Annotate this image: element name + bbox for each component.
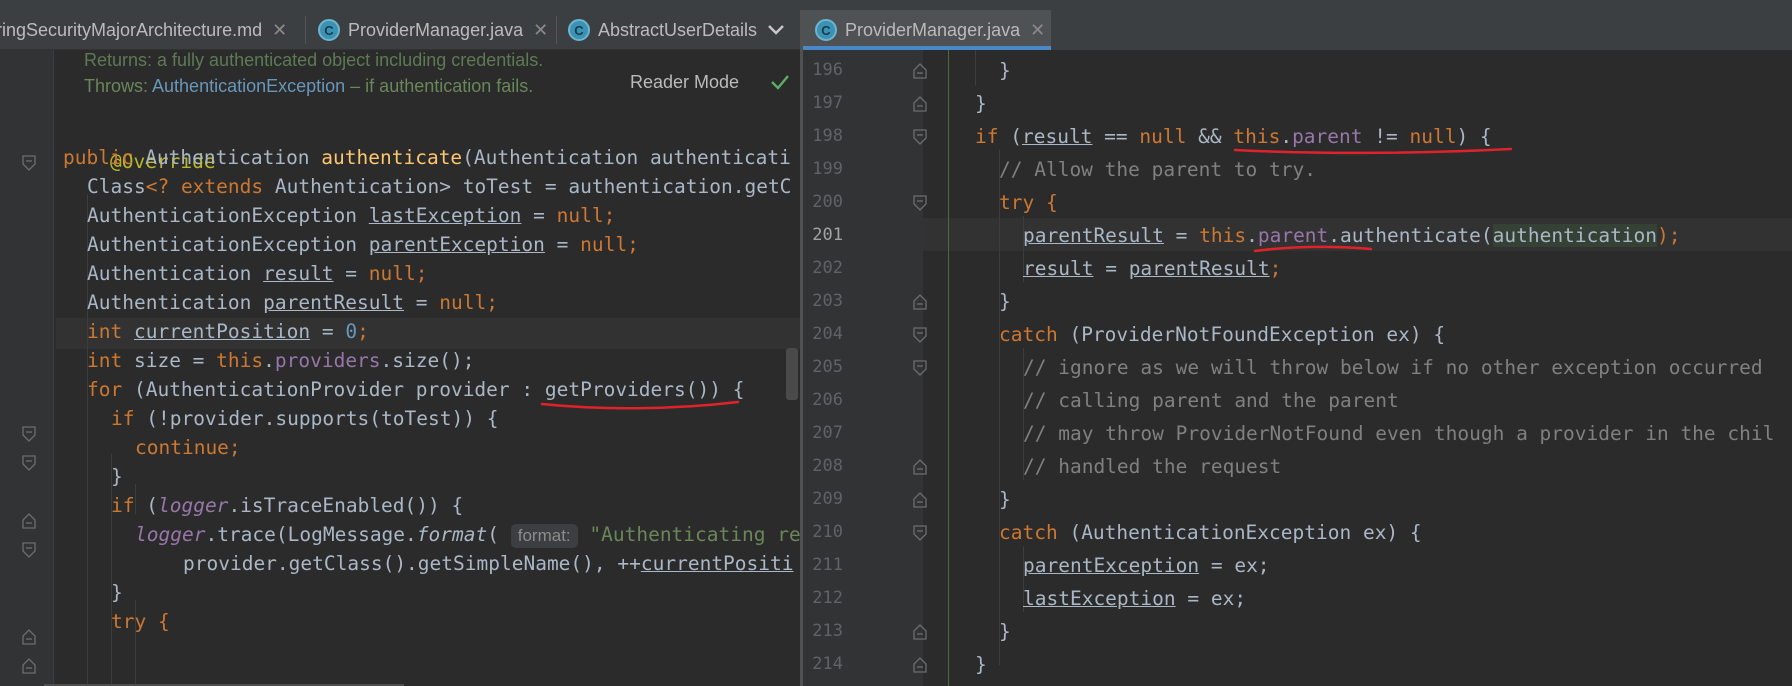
code-comment[interactable]: // may throw ProviderNotFound even thoug… (1023, 417, 1774, 450)
tab-divider (305, 16, 306, 44)
line-number[interactable]: 213 (803, 615, 843, 648)
code-comment[interactable]: // handled the request (1023, 450, 1281, 483)
red-underline-annotation (540, 400, 740, 410)
exception-link[interactable]: AuthenticationException (152, 76, 345, 96)
line-number[interactable]: 198 (803, 120, 843, 153)
code-comment[interactable]: // ignore as we will throw below if no o… (1023, 351, 1763, 384)
line-number[interactable]: 196 (803, 54, 843, 87)
vcs-change-marker (948, 50, 949, 686)
red-underline-annotation (1233, 147, 1513, 155)
checkmark-icon[interactable] (770, 72, 790, 92)
line-number[interactable]: 212 (803, 582, 843, 615)
code-line[interactable]: lastException = ex; (1023, 582, 1246, 615)
code-line[interactable]: try { (999, 186, 1058, 219)
javadoc-returns: Returns: a fully authenticated object in… (84, 50, 544, 70)
vertical-scrollbar-thumb[interactable] (786, 348, 798, 400)
right-editor-pane: C ProviderManager.java ✕ 196 197 198 199… (803, 10, 1792, 686)
red-underline-annotation (1253, 245, 1373, 253)
code-line[interactable]: } (999, 54, 1011, 87)
fold-marker-icon[interactable] (913, 326, 927, 344)
left-tab-bar: ringSecurityMajorArchitecture.md ✕ C Pro… (0, 10, 800, 50)
line-number[interactable]: 200 (803, 186, 843, 219)
tab-label: ringSecurityMajorArchitecture.md (0, 19, 263, 40)
line-number[interactable]: 207 (803, 417, 843, 450)
close-icon[interactable]: ✕ (1030, 20, 1045, 41)
tab-markdown-file[interactable]: ringSecurityMajorArchitecture.md ✕ (0, 10, 287, 50)
fold-marker-icon[interactable] (913, 524, 927, 542)
reader-mode-button[interactable]: Reader Mode (630, 72, 739, 93)
code-line[interactable]: try { (111, 605, 170, 638)
javadoc-throws: Throws: AuthenticationException – if aut… (84, 76, 534, 96)
line-number[interactable]: 210 (803, 516, 843, 549)
close-icon[interactable]: ✕ (533, 20, 548, 41)
line-number[interactable]: 203 (803, 285, 843, 318)
code-line[interactable]: catch (ProviderNotFoundException ex) { (999, 318, 1445, 351)
code-line[interactable]: } (975, 87, 987, 120)
code-line[interactable]: } (999, 483, 1011, 516)
code-line[interactable]: result = parentResult; (1023, 252, 1281, 285)
java-class-icon: C (568, 19, 590, 41)
tab-abstract-user-details[interactable]: C AbstractUserDetails (568, 10, 757, 50)
line-number[interactable]: 206 (803, 384, 843, 417)
window-top-strip (0, 0, 1792, 10)
tab-label: ProviderManager.java (348, 19, 524, 40)
tab-label: ProviderManager.java (845, 19, 1021, 40)
left-editor-pane: ringSecurityMajorArchitecture.md ✕ C Pro… (0, 10, 800, 686)
code-line[interactable]: } (999, 285, 1011, 318)
java-class-icon: C (318, 19, 340, 41)
fold-end-icon[interactable] (913, 491, 927, 509)
chevron-down-icon[interactable] (766, 20, 786, 40)
fold-marker-icon[interactable] (22, 425, 36, 443)
line-number[interactable]: 204 (803, 318, 843, 351)
code-line[interactable]: provider.getClass().getSimpleName(), ++c… (183, 547, 794, 580)
line-number[interactable]: 197 (803, 87, 843, 120)
fold-marker-icon[interactable] (22, 154, 36, 172)
right-tab-bar: C ProviderManager.java ✕ (803, 10, 1792, 50)
code-line[interactable]: } (975, 648, 987, 681)
line-number[interactable]: 199 (803, 153, 843, 186)
line-number-current[interactable]: 201 (803, 219, 843, 252)
tab-divider (556, 16, 557, 44)
java-class-icon: C (815, 19, 837, 41)
fold-end-icon[interactable] (913, 458, 927, 476)
indent-guide (975, 50, 976, 86)
code-line[interactable]: parentException = ex; (1023, 549, 1270, 582)
parameter-hint: format: (510, 523, 578, 548)
line-number[interactable]: 211 (803, 549, 843, 582)
tab-provider-manager[interactable]: C ProviderManager.java ✕ (318, 10, 548, 50)
line-number[interactable]: 205 (803, 351, 843, 384)
code-line[interactable]: continue; (135, 431, 241, 464)
fold-end-icon[interactable] (22, 657, 36, 675)
line-number[interactable]: 209 (803, 483, 843, 516)
line-number[interactable]: 202 (803, 252, 843, 285)
tab-label: AbstractUserDetails (598, 19, 758, 40)
fold-marker-icon[interactable] (913, 359, 927, 377)
fold-end-icon[interactable] (913, 656, 927, 674)
line-number[interactable]: 208 (803, 450, 843, 483)
fold-marker-icon[interactable] (22, 454, 36, 472)
close-icon[interactable]: ✕ (272, 20, 287, 41)
fold-marker-icon[interactable] (22, 541, 36, 559)
fold-end-icon[interactable] (913, 95, 927, 113)
code-line[interactable]: } (999, 615, 1011, 648)
fold-end-icon[interactable] (22, 628, 36, 646)
fold-marker-icon[interactable] (913, 194, 927, 212)
fold-marker-icon[interactable] (913, 128, 927, 146)
code-comment[interactable]: // calling parent and the parent (1023, 384, 1399, 417)
left-gutter (0, 50, 54, 686)
fold-end-icon[interactable] (913, 62, 927, 80)
indent-guide (999, 150, 1000, 665)
line-number[interactable]: 214 (803, 648, 843, 681)
fold-end-icon[interactable] (913, 293, 927, 311)
code-line[interactable]: catch (AuthenticationException ex) { (999, 516, 1422, 549)
fold-end-icon[interactable] (913, 623, 927, 641)
tab-provider-manager-right[interactable]: C ProviderManager.java ✕ (815, 10, 1045, 50)
fold-end-icon[interactable] (22, 512, 36, 530)
